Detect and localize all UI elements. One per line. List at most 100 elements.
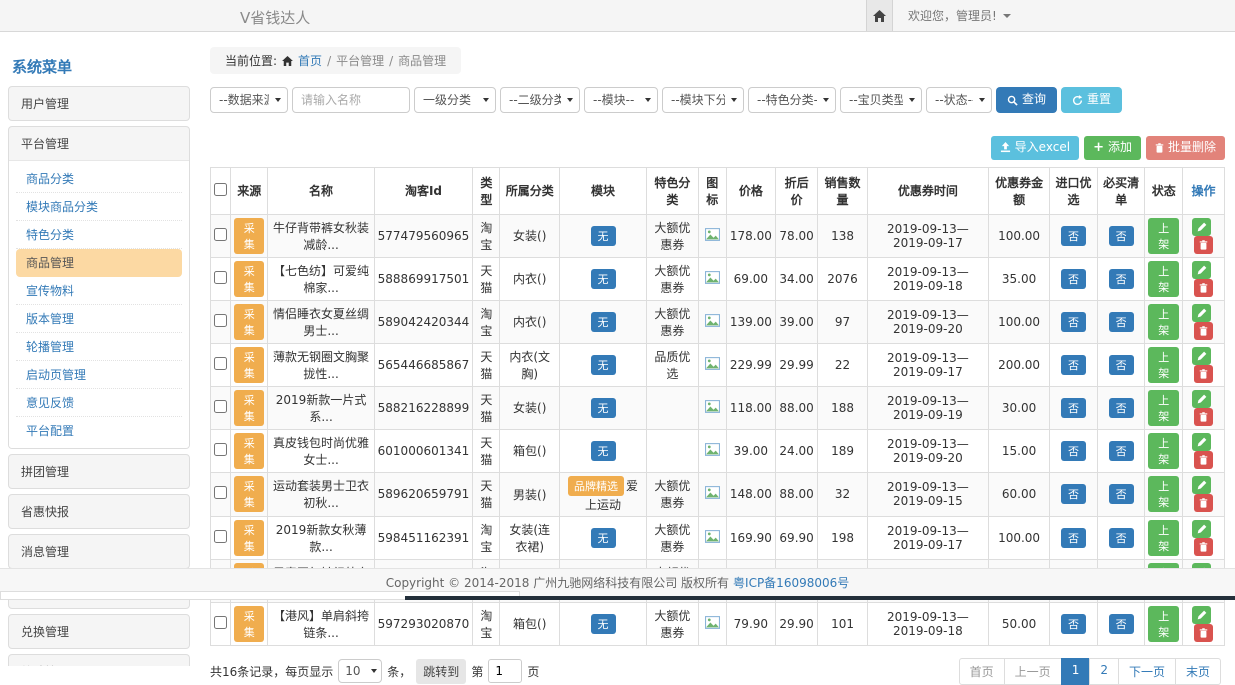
delete-button[interactable]	[1194, 279, 1213, 297]
import-select-toggle[interactable]: 否	[1061, 528, 1086, 548]
sidebar-item[interactable]: 宣传物料	[16, 277, 182, 305]
edit-button[interactable]	[1192, 433, 1211, 451]
module-badge[interactable]: 无	[591, 528, 616, 548]
module-badge[interactable]: 品牌精选	[568, 476, 624, 496]
import-select-toggle[interactable]: 否	[1061, 312, 1086, 332]
import-select-toggle[interactable]: 否	[1061, 226, 1086, 246]
sidebar-group-label[interactable]: 统计管理	[9, 655, 189, 666]
icp-link[interactable]: 粤ICP备16098006号	[733, 574, 849, 591]
sidebar-item[interactable]: 版本管理	[16, 305, 182, 333]
thumbnail-icon[interactable]	[705, 271, 720, 284]
user-menu[interactable]: 欢迎您，管理员!	[908, 0, 1011, 31]
edit-button[interactable]	[1192, 520, 1211, 538]
edit-button[interactable]	[1192, 390, 1211, 408]
source-badge[interactable]: 采集	[234, 433, 264, 469]
page-button[interactable]: 下一页	[1118, 658, 1176, 685]
import-select-toggle[interactable]: 否	[1061, 355, 1086, 375]
module-select[interactable]: --模块--	[584, 87, 658, 113]
delete-button[interactable]	[1194, 451, 1213, 469]
sidebar-item[interactable]: 启动页管理	[16, 361, 182, 389]
edit-button[interactable]	[1192, 218, 1211, 236]
sidebar-group-label[interactable]: 拼团管理	[9, 455, 189, 488]
sidebar-item[interactable]: 平台配置	[16, 417, 182, 444]
delete-button[interactable]	[1194, 236, 1213, 254]
breadcrumb-home-link[interactable]: 首页	[298, 52, 322, 69]
must-buy-toggle[interactable]: 否	[1109, 226, 1134, 246]
item-type-select[interactable]: --宝贝类型--	[840, 87, 922, 113]
row-checkbox[interactable]	[214, 271, 227, 284]
sidebar-item[interactable]: 轮播管理	[16, 333, 182, 361]
must-buy-toggle[interactable]: 否	[1109, 441, 1134, 461]
jump-button[interactable]: 跳转到	[416, 659, 466, 684]
module-badge[interactable]: 无	[591, 312, 616, 332]
module-subcategory-select[interactable]: --模块下分类--	[662, 87, 744, 113]
delete-button[interactable]	[1194, 494, 1213, 512]
row-checkbox[interactable]	[214, 530, 227, 543]
status-button[interactable]: 上架	[1148, 520, 1178, 556]
thumbnail-icon[interactable]	[705, 357, 720, 370]
edit-button[interactable]	[1192, 606, 1211, 624]
sidebar-item[interactable]: 商品管理	[16, 249, 182, 277]
status-button[interactable]: 上架	[1148, 476, 1178, 512]
sidebar-item[interactable]: 意见反馈	[16, 389, 182, 417]
thumbnail-icon[interactable]	[705, 228, 720, 241]
reset-button[interactable]: 重置	[1061, 87, 1122, 113]
source-badge[interactable]: 采集	[234, 476, 264, 512]
search-button[interactable]: 查询	[996, 87, 1057, 113]
must-buy-toggle[interactable]: 否	[1109, 398, 1134, 418]
sidebar-group-label[interactable]: 平台管理	[9, 127, 189, 161]
row-checkbox[interactable]	[214, 357, 227, 370]
must-buy-toggle[interactable]: 否	[1109, 269, 1134, 289]
module-badge[interactable]: 无	[591, 355, 616, 375]
must-buy-toggle[interactable]: 否	[1109, 614, 1134, 634]
level1-category-select[interactable]: 一级分类	[414, 87, 496, 113]
page-button[interactable]: 2	[1089, 658, 1119, 685]
sidebar-item[interactable]: 特色分类	[16, 221, 182, 249]
row-checkbox[interactable]	[214, 443, 227, 456]
status-select[interactable]: --状态--	[926, 87, 992, 113]
delete-button[interactable]	[1194, 408, 1213, 426]
sidebar-group-label[interactable]: 消息管理	[9, 535, 189, 568]
source-badge[interactable]: 采集	[234, 347, 264, 383]
thumbnail-icon[interactable]	[705, 400, 720, 413]
status-button[interactable]: 上架	[1148, 347, 1178, 383]
delete-button[interactable]	[1194, 365, 1213, 383]
import-select-toggle[interactable]: 否	[1061, 269, 1086, 289]
level2-category-select[interactable]: --二级分类--	[500, 87, 580, 113]
thumbnail-icon[interactable]	[705, 443, 720, 456]
source-badge[interactable]: 采集	[234, 304, 264, 340]
module-badge[interactable]: 无	[591, 398, 616, 418]
thumbnail-icon[interactable]	[705, 616, 720, 629]
must-buy-toggle[interactable]: 否	[1109, 312, 1134, 332]
page-size-select[interactable]: 10	[338, 659, 382, 683]
row-checkbox[interactable]	[214, 486, 227, 499]
data-source-select[interactable]: --数据来源--	[210, 87, 288, 113]
jump-page-input[interactable]	[488, 659, 522, 683]
page-button[interactable]: 首页	[959, 658, 1005, 685]
module-badge[interactable]: 无	[591, 441, 616, 461]
thumbnail-icon[interactable]	[705, 486, 720, 499]
sidebar-item[interactable]: 商品分类	[16, 165, 182, 193]
add-button[interactable]: + 添加	[1084, 136, 1141, 160]
page-button[interactable]: 末页	[1175, 658, 1221, 685]
delete-button[interactable]	[1194, 322, 1213, 340]
feature-category-select[interactable]: --特色分类--	[748, 87, 836, 113]
page-button[interactable]: 1	[1061, 658, 1091, 685]
name-search-input[interactable]	[292, 87, 410, 113]
sidebar-group-label[interactable]: 用户管理	[9, 87, 189, 120]
status-button[interactable]: 上架	[1148, 218, 1178, 254]
status-button[interactable]: 上架	[1148, 606, 1178, 642]
row-checkbox[interactable]	[214, 314, 227, 327]
sidebar-group-label[interactable]: 省惠快报	[9, 495, 189, 528]
import-excel-button[interactable]: 导入excel	[991, 136, 1079, 160]
edit-button[interactable]	[1192, 347, 1211, 365]
edit-button[interactable]	[1192, 304, 1211, 322]
sidebar-item[interactable]: 模块商品分类	[16, 193, 182, 221]
status-button[interactable]: 上架	[1148, 304, 1178, 340]
row-checkbox[interactable]	[214, 400, 227, 413]
import-select-toggle[interactable]: 否	[1061, 614, 1086, 634]
source-badge[interactable]: 采集	[234, 218, 264, 254]
import-select-toggle[interactable]: 否	[1061, 398, 1086, 418]
status-button[interactable]: 上架	[1148, 433, 1178, 469]
must-buy-toggle[interactable]: 否	[1109, 484, 1134, 504]
